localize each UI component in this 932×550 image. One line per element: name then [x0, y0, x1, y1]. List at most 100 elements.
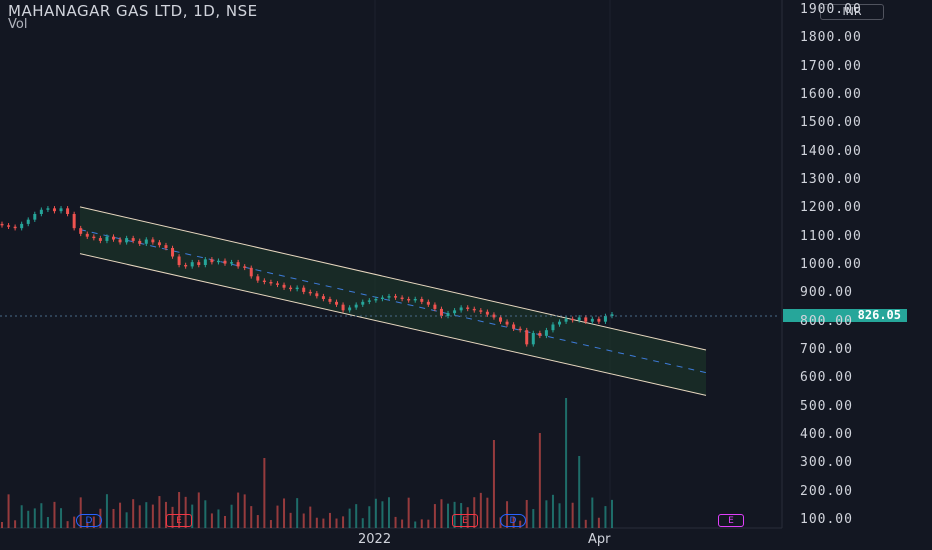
candle-body[interactable]	[341, 304, 345, 311]
candle-body[interactable]	[328, 299, 332, 302]
earnings-event-icon[interactable]: E	[166, 514, 192, 527]
candle-body[interactable]	[597, 318, 601, 322]
candle-body[interactable]	[308, 291, 312, 294]
candle-body[interactable]	[138, 240, 142, 244]
dividend-event-icon[interactable]: D	[76, 514, 102, 527]
candle-body[interactable]	[551, 324, 555, 331]
candle-body[interactable]	[7, 225, 11, 227]
candle-body[interactable]	[190, 262, 194, 267]
candle-body[interactable]	[472, 308, 476, 311]
candle-body[interactable]	[361, 301, 365, 305]
candle-body[interactable]	[105, 236, 109, 241]
candle-body[interactable]	[374, 299, 378, 301]
candle-body[interactable]	[439, 308, 443, 316]
candle-body[interactable]	[571, 318, 575, 321]
candle-body[interactable]	[518, 328, 522, 331]
candle-body[interactable]	[289, 287, 293, 290]
candle-body[interactable]	[315, 293, 319, 297]
candle-body[interactable]	[538, 333, 542, 336]
dividend-event-icon[interactable]: D	[500, 514, 526, 527]
candle-body[interactable]	[544, 330, 548, 336]
candle-body[interactable]	[243, 266, 247, 268]
candle-body[interactable]	[400, 297, 404, 299]
price-chart[interactable]	[0, 0, 932, 550]
candle-body[interactable]	[197, 262, 201, 265]
candle-body[interactable]	[112, 236, 116, 240]
candle-body[interactable]	[0, 223, 4, 226]
candle-body[interactable]	[151, 239, 155, 243]
candle-body[interactable]	[262, 280, 266, 282]
candle-body[interactable]	[66, 208, 70, 214]
candle-body[interactable]	[433, 304, 437, 309]
candle-body[interactable]	[275, 283, 279, 285]
candle-body[interactable]	[92, 236, 96, 239]
candle-body[interactable]	[498, 317, 502, 322]
candle-body[interactable]	[46, 208, 50, 210]
candle-body[interactable]	[420, 299, 424, 302]
candle-body[interactable]	[184, 265, 188, 267]
candle-body[interactable]	[577, 317, 581, 321]
candle-body[interactable]	[348, 307, 352, 311]
candle-body[interactable]	[479, 310, 483, 312]
candle-body[interactable]	[387, 296, 391, 298]
candle-body[interactable]	[564, 318, 568, 322]
earnings-event-icon[interactable]: E	[452, 514, 478, 527]
earnings-event-icon[interactable]: E	[718, 514, 744, 527]
candle-body[interactable]	[203, 259, 207, 265]
candle-body[interactable]	[584, 317, 588, 322]
candle-body[interactable]	[85, 233, 89, 237]
candle-body[interactable]	[216, 260, 220, 263]
candle-body[interactable]	[590, 318, 594, 322]
candle-body[interactable]	[295, 287, 299, 290]
candle-body[interactable]	[407, 299, 411, 301]
candle-body[interactable]	[256, 276, 260, 281]
candle-body[interactable]	[453, 310, 457, 314]
candle-body[interactable]	[171, 248, 175, 257]
candle-body[interactable]	[98, 238, 102, 241]
candle-body[interactable]	[157, 242, 161, 246]
candle-body[interactable]	[282, 284, 286, 288]
candle-body[interactable]	[52, 208, 56, 212]
candle-body[interactable]	[505, 321, 509, 325]
candle-body[interactable]	[394, 296, 398, 298]
channel-upper-line[interactable]	[79, 206, 707, 351]
candle-body[interactable]	[164, 245, 168, 248]
candle-body[interactable]	[459, 307, 463, 311]
channel-lower-line[interactable]	[79, 253, 707, 396]
candle-body[interactable]	[413, 299, 417, 301]
candle-body[interactable]	[492, 314, 496, 318]
candle-body[interactable]	[210, 259, 214, 263]
candle-body[interactable]	[269, 282, 273, 284]
candle-body[interactable]	[525, 330, 529, 345]
candle-body[interactable]	[125, 238, 129, 243]
candle-body[interactable]	[367, 300, 371, 302]
candle-body[interactable]	[33, 214, 37, 220]
candle-body[interactable]	[321, 296, 325, 299]
candle-body[interactable]	[335, 301, 339, 305]
candle-body[interactable]	[26, 219, 30, 224]
candle-body[interactable]	[230, 262, 234, 264]
candle-body[interactable]	[485, 311, 489, 315]
candle-body[interactable]	[380, 297, 384, 299]
candle-body[interactable]	[144, 239, 148, 244]
candle-body[interactable]	[249, 267, 253, 277]
candle-body[interactable]	[603, 316, 607, 322]
candle-body[interactable]	[118, 239, 122, 243]
candle-body[interactable]	[531, 333, 535, 345]
candle-body[interactable]	[426, 301, 430, 305]
candle-body[interactable]	[354, 304, 358, 308]
candle-body[interactable]	[79, 228, 83, 234]
candle-body[interactable]	[466, 307, 470, 309]
candle-body[interactable]	[39, 209, 43, 214]
candle-body[interactable]	[72, 214, 76, 229]
candle-body[interactable]	[558, 321, 562, 325]
candle-body[interactable]	[236, 262, 240, 267]
candle-body[interactable]	[302, 287, 306, 292]
candle-body[interactable]	[59, 208, 63, 212]
candle-body[interactable]	[512, 324, 516, 329]
candle-body[interactable]	[20, 223, 24, 229]
candle-body[interactable]	[177, 256, 181, 266]
candle-body[interactable]	[223, 260, 227, 264]
candle-body[interactable]	[131, 238, 135, 241]
candle-body[interactable]	[13, 226, 17, 229]
